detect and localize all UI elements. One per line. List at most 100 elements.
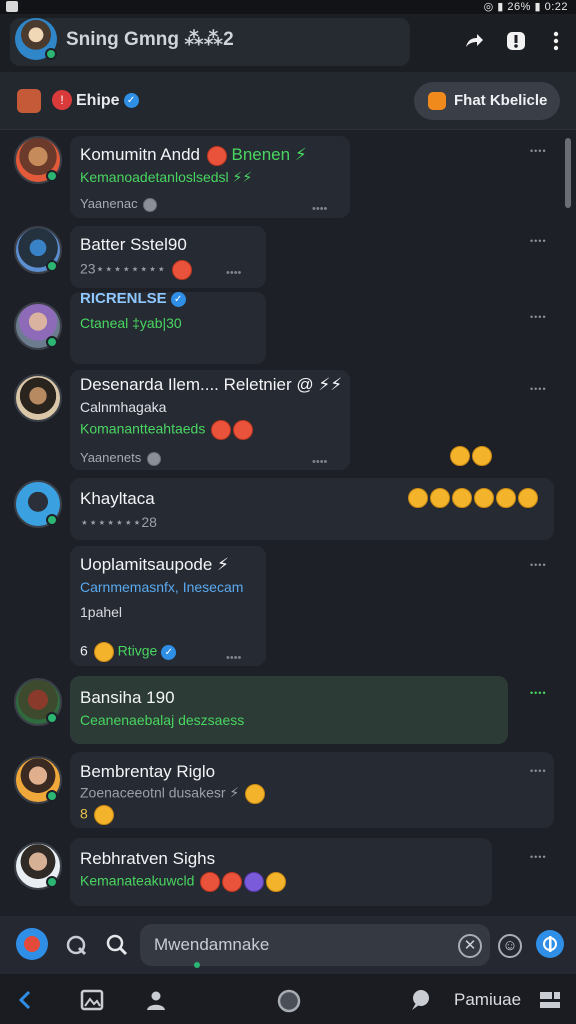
- online-badge: [46, 876, 58, 888]
- online-badge: [46, 170, 58, 182]
- back-icon[interactable]: [14, 988, 38, 1012]
- message-text: 1pahel: [80, 604, 123, 620]
- emoji-icon: [430, 488, 450, 508]
- message-footer: 8: [80, 805, 114, 825]
- message-meta: Yaanenets: [80, 450, 161, 466]
- emoji-icon: [244, 872, 265, 892]
- message-text: Kemanoadetanloslsedsl ⚡⚡: [80, 169, 253, 185]
- online-badge: [46, 260, 58, 272]
- chat-pill-button[interactable]: Fhat Kbelicle: [414, 82, 560, 120]
- emoji-icon: [222, 872, 243, 892]
- timestamp: ••••: [530, 852, 547, 862]
- message-bubble[interactable]: [70, 676, 508, 744]
- emoji-icon: [266, 872, 287, 892]
- emoji-icon: [450, 446, 470, 466]
- chat-pill-label: Fhat Kbelicle: [454, 92, 548, 109]
- more-vert-icon[interactable]: [544, 30, 568, 54]
- timestamp: ••••: [530, 560, 547, 570]
- message-text-content: Zoenaceeotnl dusakesr ⚡: [80, 784, 240, 801]
- sender-name: RICRENLSE ✓: [80, 290, 186, 307]
- scrollbar[interactable]: [565, 138, 571, 208]
- menu-icon[interactable]: [538, 988, 562, 1012]
- read-ticks: ••••: [226, 267, 242, 279]
- status-bar: ◎ ▮ 26% ▮ 0:22: [0, 0, 576, 14]
- attach-icon[interactable]: [64, 932, 90, 958]
- online-badge: [46, 514, 58, 526]
- message-text-content: 23⋆⋆⋆⋆⋆⋆⋆⋆: [80, 260, 166, 277]
- message-text: Ctaneal ‡yab|30: [80, 315, 182, 331]
- reaction-emojis[interactable]: [406, 488, 538, 508]
- message-text-content: Komanantteahtaeds: [80, 420, 206, 437]
- nav-label[interactable]: Pamiuae: [454, 990, 521, 1010]
- emoji-icon: [171, 260, 192, 280]
- alert-icon[interactable]: !: [52, 90, 72, 110]
- footer-count: 6: [80, 642, 88, 659]
- sticker-icon[interactable]: [16, 928, 48, 960]
- emoji-icon: [518, 488, 538, 508]
- status-indicators: ◎ ▮ 26% ▮ 0:22: [483, 1, 568, 13]
- emoji-icon: [472, 446, 492, 466]
- online-badge: [45, 48, 57, 60]
- timestamp: ••••: [530, 236, 547, 246]
- sender-name-text: RICRENLSE: [80, 290, 167, 307]
- message-meta-text: Yaanenac: [80, 196, 138, 211]
- close-icon[interactable]: ✕: [458, 934, 482, 958]
- emoji-icon: [211, 420, 232, 440]
- reaction-emojis[interactable]: [448, 446, 492, 466]
- profile-icon[interactable]: [144, 988, 168, 1012]
- game-icon[interactable]: [17, 89, 41, 113]
- message-meta: Yaanenac: [80, 196, 158, 212]
- read-ticks: ••••: [312, 203, 328, 215]
- message-text-content: Kemanateakuwcld: [80, 872, 195, 889]
- filter-label[interactable]: Ehipe ✓: [76, 92, 139, 110]
- message-text: Komanantteahtaeds: [80, 420, 254, 440]
- info-icon[interactable]: [504, 30, 528, 54]
- notification-icon: [6, 1, 18, 12]
- share-icon[interactable]: [462, 30, 486, 54]
- message-text: Ceanenaebalaj deszsaess: [80, 712, 245, 728]
- emoji-picker-icon[interactable]: ☺: [498, 934, 522, 958]
- group-title[interactable]: Sning Gmng ⁂⁂2: [66, 28, 234, 51]
- avatar[interactable]: [14, 374, 62, 422]
- timestamp: ••••: [530, 384, 547, 394]
- typing-dot: [194, 962, 200, 968]
- emoji-icon: [93, 805, 114, 825]
- footer-count: 8: [80, 805, 88, 822]
- emoji-icon: [474, 488, 494, 508]
- message-input-placeholder: Mwendamnake: [154, 935, 270, 954]
- read-ticks: ••••: [226, 652, 242, 664]
- emoji-icon: [496, 488, 516, 508]
- verified-icon: ✓: [123, 93, 139, 109]
- sender-tag: Bnenen ⚡: [231, 145, 307, 164]
- message-text: Carnmemasnfx, Inesecam: [80, 579, 244, 595]
- gallery-icon[interactable]: [80, 988, 104, 1012]
- clock-icon: [146, 451, 161, 466]
- sender-name: Komumitn Andd Bnenen ⚡: [80, 145, 307, 166]
- clock-icon: [143, 197, 158, 212]
- read-ticks: ••••: [312, 456, 328, 468]
- home-icon[interactable]: [276, 988, 301, 1013]
- emoji-icon: [452, 488, 472, 508]
- message-text: 23⋆⋆⋆⋆⋆⋆⋆⋆: [80, 260, 192, 280]
- sender-name-text: Komumitn Andd: [80, 145, 201, 164]
- sender-name: Uoplamitsaupode ⚡: [80, 555, 229, 574]
- message-text: Zoenaceeotnl dusakesr ⚡: [80, 784, 266, 804]
- send-icon[interactable]: [536, 930, 564, 958]
- filter-label-text: Ehipe: [76, 92, 120, 109]
- timestamp: ••••: [530, 766, 547, 776]
- sender-name: Bansiha 190: [80, 688, 175, 707]
- sender-name: Rebhratven Sighs: [80, 849, 216, 868]
- online-badge: [46, 712, 58, 724]
- verified-icon: ✓: [161, 644, 177, 660]
- sender-name: Desenarda Ilem.... Reletnier @ ⚡⚡: [80, 375, 343, 394]
- emoji-icon: [200, 872, 221, 892]
- sender-name: Batter Sstel90: [80, 235, 187, 254]
- sender-name: Khayltaca: [80, 489, 155, 508]
- footer-label: Rtivge: [117, 642, 158, 659]
- message-text: Calnmhagaka: [80, 399, 167, 415]
- sender-name: Bembrentay Riglo: [80, 762, 216, 781]
- search-icon[interactable]: [104, 932, 130, 958]
- message-text: Kemanateakuwcld: [80, 872, 287, 892]
- emoji-icon: [408, 488, 428, 508]
- chat-bubble-icon[interactable]: [408, 988, 432, 1012]
